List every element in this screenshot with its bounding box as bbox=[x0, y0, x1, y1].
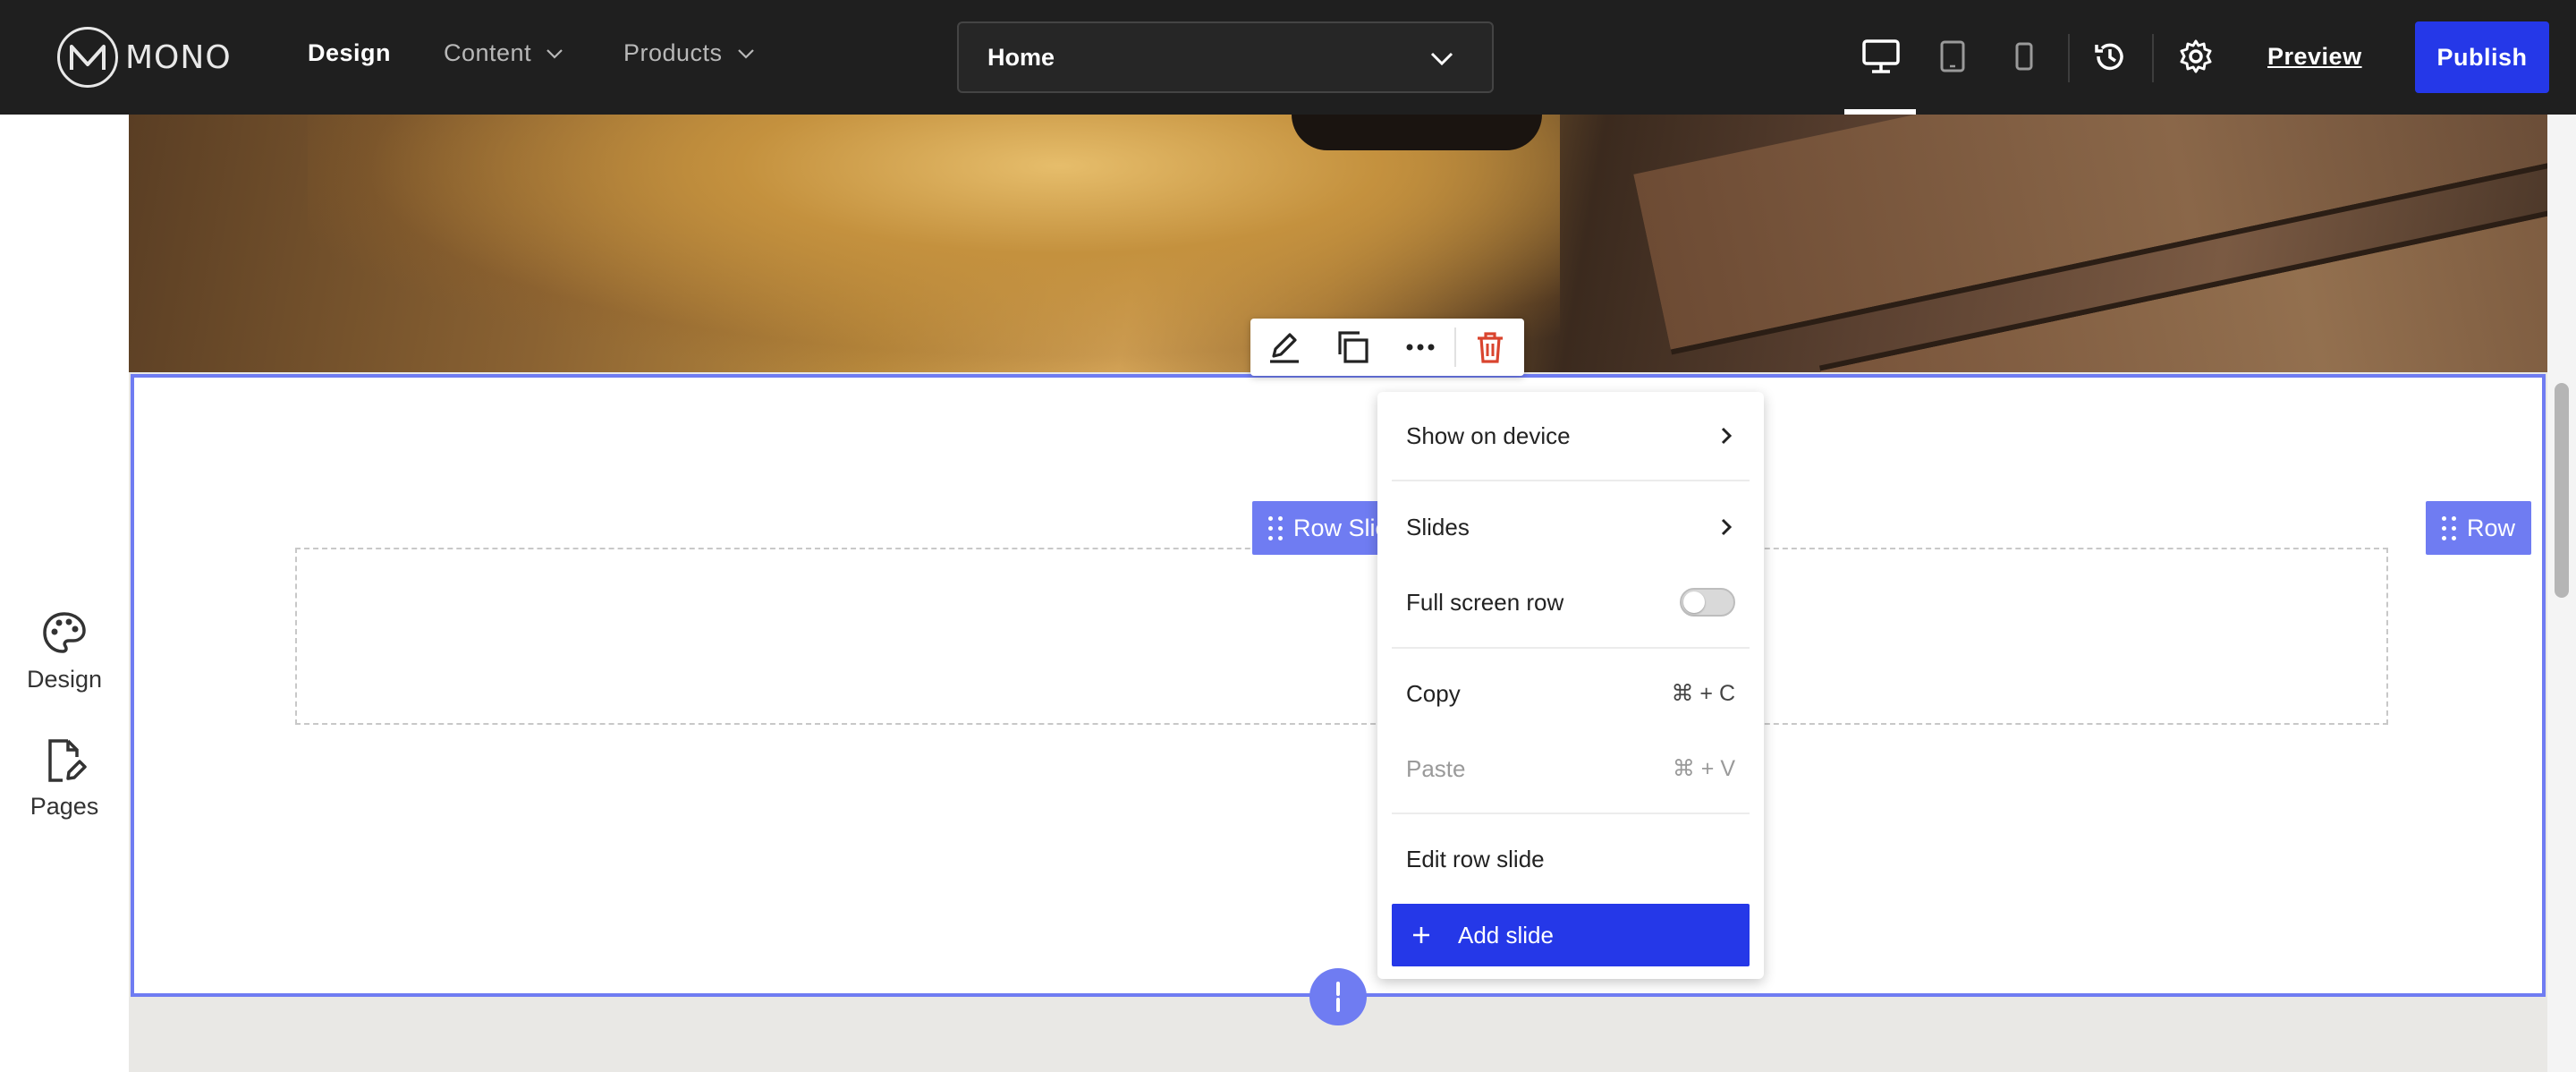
chevron-right-icon bbox=[1721, 518, 1733, 536]
drag-handle-icon[interactable] bbox=[1268, 515, 1283, 540]
add-row-handle[interactable] bbox=[1309, 968, 1367, 1025]
sidebar-item-pages[interactable]: Pages bbox=[0, 737, 129, 821]
duplicate-button[interactable] bbox=[1318, 319, 1386, 376]
menu-divider bbox=[1392, 647, 1750, 649]
menu-item-slides[interactable]: Slides bbox=[1406, 505, 1735, 549]
sidebar-item-label: Pages bbox=[30, 793, 99, 820]
menu-item-label: Show on device bbox=[1406, 421, 1571, 449]
menu-item-label: Full screen row bbox=[1406, 588, 1564, 616]
logo[interactable]: MONO bbox=[57, 25, 232, 89]
canvas-scrollbar[interactable] bbox=[2547, 115, 2576, 1072]
menu-divider bbox=[1392, 813, 1750, 814]
settings-button[interactable] bbox=[2175, 36, 2216, 77]
menu-item-paste[interactable]: Paste ⌘ + V bbox=[1406, 746, 1735, 791]
page-select[interactable]: Home bbox=[957, 21, 1494, 93]
tablet-view-button[interactable] bbox=[1932, 36, 1973, 77]
row-tag-label: Row bbox=[2467, 514, 2516, 541]
chevron-right-icon bbox=[1721, 427, 1733, 445]
mobile-icon bbox=[2015, 42, 2033, 71]
edit-button[interactable] bbox=[1250, 319, 1318, 376]
page-edit-icon bbox=[48, 739, 87, 782]
nav-design[interactable]: Design bbox=[308, 39, 391, 67]
nav-design-label: Design bbox=[308, 39, 392, 66]
desktop-view-button[interactable] bbox=[1860, 36, 1902, 77]
row-context-menu: Show on device Slides Full screen row Co… bbox=[1377, 392, 1764, 979]
chevron-down-icon bbox=[737, 48, 754, 59]
desktop-icon bbox=[1862, 39, 1900, 73]
nav-products[interactable]: Products bbox=[623, 39, 757, 67]
page-select-value: Home bbox=[987, 43, 1055, 71]
copy-shortcut: ⌘ + C bbox=[1671, 681, 1735, 706]
toolbar-divider bbox=[2068, 34, 2070, 82]
menu-divider bbox=[1392, 480, 1750, 481]
trash-icon bbox=[1478, 332, 1503, 363]
add-slide-label: Add slide bbox=[1458, 921, 1554, 949]
publish-button[interactable]: Publish bbox=[2415, 21, 2549, 93]
tablet-icon bbox=[1940, 40, 1965, 72]
left-sidebar: Design Pages bbox=[0, 115, 129, 1072]
drag-handle-icon[interactable] bbox=[2442, 515, 2456, 540]
selected-row-slider[interactable]: Row Slic Row bbox=[131, 374, 2546, 997]
history-icon bbox=[2095, 43, 2123, 71]
row-tag[interactable]: Row bbox=[2426, 501, 2532, 555]
add-slide-button[interactable]: Add slide bbox=[1392, 904, 1750, 966]
logo-mark-icon bbox=[57, 27, 118, 88]
delete-button[interactable] bbox=[1456, 319, 1524, 376]
sidebar-item-label: Design bbox=[26, 666, 103, 693]
empty-slide-dropzone[interactable] bbox=[295, 548, 2388, 725]
hero-image-detail bbox=[1292, 115, 1542, 150]
menu-item-label: Paste bbox=[1406, 754, 1466, 782]
more-options-button[interactable] bbox=[1386, 319, 1454, 376]
plus-icon bbox=[1413, 927, 1429, 943]
element-toolbar bbox=[1250, 319, 1524, 376]
nav-content[interactable]: Content bbox=[444, 39, 565, 67]
top-bar: MONO Design Content Products Home Previe… bbox=[0, 0, 2576, 115]
gear-icon bbox=[2180, 39, 2212, 73]
chevron-down-icon bbox=[547, 48, 563, 59]
sidebar-item-design[interactable]: Design bbox=[0, 610, 129, 693]
menu-item-label: Slides bbox=[1406, 513, 1470, 540]
drag-vertical-icon bbox=[1336, 982, 1340, 1012]
menu-item-show-on-device[interactable]: Show on device bbox=[1406, 413, 1735, 458]
row-slider-tag-label: Row Slic bbox=[1293, 514, 1388, 541]
palette-icon bbox=[43, 612, 86, 653]
nav-content-label: Content bbox=[444, 39, 532, 66]
full-screen-row-toggle[interactable] bbox=[1680, 588, 1735, 617]
editor-canvas[interactable]: Row Slic Row bbox=[129, 115, 2547, 1072]
scrollbar-thumb[interactable] bbox=[2555, 383, 2569, 598]
preview-link[interactable]: Preview bbox=[2267, 43, 2362, 71]
paste-shortcut: ⌘ + V bbox=[1672, 756, 1735, 781]
copy-icon bbox=[1338, 331, 1368, 363]
more-horizontal-icon bbox=[1406, 344, 1435, 351]
chevron-down-icon bbox=[1430, 52, 1453, 66]
menu-item-label: Copy bbox=[1406, 679, 1461, 707]
menu-item-label: Edit row slide bbox=[1406, 845, 1545, 872]
menu-item-full-screen-row[interactable]: Full screen row bbox=[1406, 580, 1735, 625]
pencil-icon bbox=[1270, 333, 1299, 363]
nav-products-label: Products bbox=[623, 39, 723, 66]
menu-item-copy[interactable]: Copy ⌘ + C bbox=[1406, 671, 1735, 716]
mobile-view-button[interactable] bbox=[2004, 36, 2045, 77]
menu-item-edit-row-slide[interactable]: Edit row slide bbox=[1406, 837, 1735, 881]
toolbar-divider bbox=[2152, 34, 2154, 82]
logo-text: MONO bbox=[125, 38, 232, 76]
history-button[interactable] bbox=[2089, 36, 2131, 77]
active-device-indicator bbox=[1844, 109, 1916, 115]
